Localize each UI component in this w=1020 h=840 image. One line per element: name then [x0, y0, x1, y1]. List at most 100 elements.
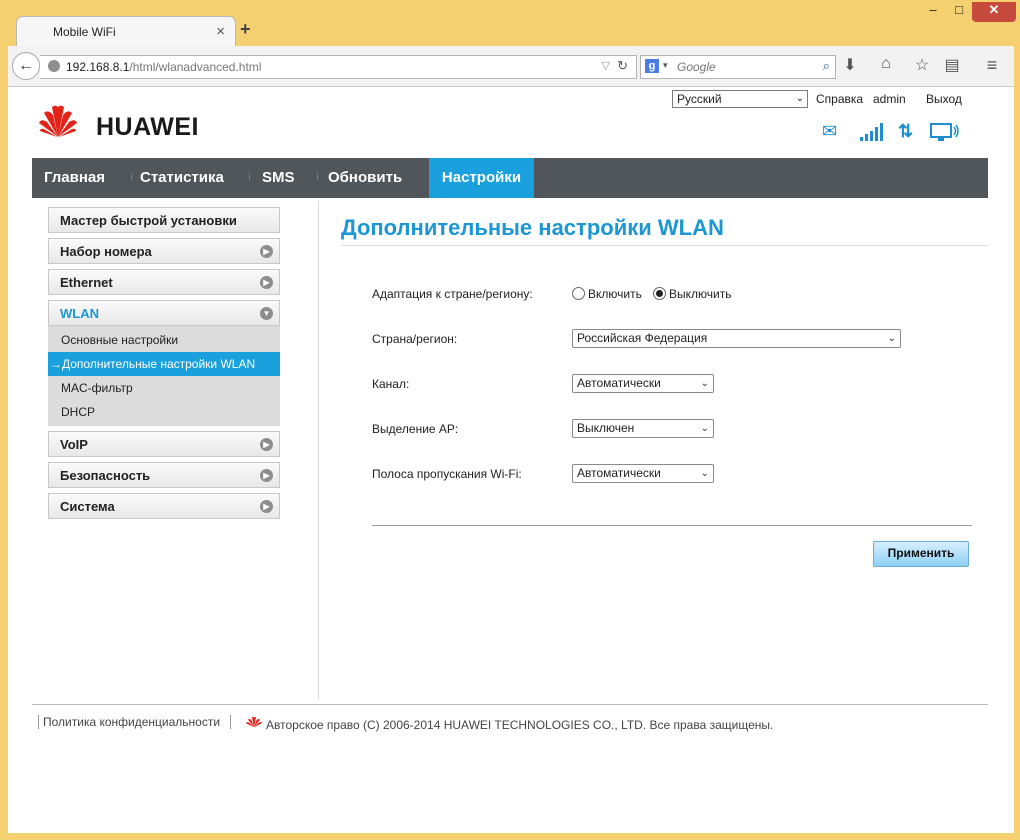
- search-box[interactable]: g ▾ Google ⌕: [640, 55, 836, 79]
- enable-radio[interactable]: [572, 287, 585, 300]
- wlan-submenu: Основные настройки →Дополнительные настр…: [48, 326, 280, 426]
- nav-separator: ⁝: [130, 172, 134, 183]
- submenu-mac-filter[interactable]: MAC-фильтр: [48, 376, 280, 400]
- minimize-button[interactable]: –: [920, 2, 946, 22]
- google-icon[interactable]: g: [645, 59, 659, 73]
- sidebar-item-label: WLAN: [60, 306, 99, 321]
- data-transfer-icon: ⇅: [898, 121, 914, 141]
- huawei-footer-logo: [246, 716, 262, 728]
- search-placeholder: Google: [677, 60, 716, 74]
- sidebar-item-quick-setup[interactable]: Мастер быстрой установки: [48, 207, 280, 233]
- globe-icon: [48, 60, 60, 72]
- menu-icon[interactable]: ≡: [980, 55, 1004, 76]
- address-bar[interactable]: 192.168.8.1/html/wlanadvanced.html ▽ ↻: [40, 55, 637, 79]
- url-path: /html/wlanadvanced.html: [129, 60, 262, 74]
- disable-radio[interactable]: [653, 287, 666, 300]
- chevron-down-icon: ▼: [260, 307, 273, 320]
- sidebar-item-system[interactable]: Система ▶: [48, 493, 280, 519]
- enable-label[interactable]: Включить: [588, 287, 642, 301]
- channel-label: Канал:: [372, 377, 410, 391]
- huawei-logo: [39, 105, 77, 137]
- submenu-dhcp[interactable]: DHCP: [48, 400, 280, 424]
- nav-sms[interactable]: SMS: [262, 158, 295, 198]
- sidebar-item-dialup[interactable]: Набор номера ▶: [48, 238, 280, 264]
- tab-title: Mobile WiFi: [53, 25, 116, 39]
- chevron-down-icon: ⌄: [700, 468, 709, 479]
- back-icon[interactable]: ←: [12, 52, 40, 80]
- nav-statistics[interactable]: Статистика: [140, 158, 224, 198]
- sidebar-item-label: Ethernet: [60, 275, 113, 290]
- nav-home[interactable]: Главная: [44, 158, 105, 198]
- ap-isolation-label: Выделение AP:: [372, 422, 459, 436]
- url-dropdown-icon[interactable]: ▽: [602, 59, 610, 72]
- form-divider: [372, 525, 972, 526]
- browser-toolbar: ← 192.168.8.1/html/wlanadvanced.html ▽ ↻…: [8, 46, 1014, 87]
- sidebar-item-label: Безопасность: [60, 468, 151, 483]
- channel-select[interactable]: Автоматически ⌄: [572, 374, 714, 393]
- bandwidth-select[interactable]: Автоматически ⌄: [572, 464, 714, 483]
- chevron-down-icon: ⌄: [700, 423, 709, 434]
- close-window-button[interactable]: ✕: [972, 2, 1016, 22]
- language-select[interactable]: Русский ⌄: [672, 90, 808, 108]
- mail-icon[interactable]: ✉: [822, 121, 837, 142]
- user-link[interactable]: admin: [873, 92, 906, 106]
- web-page: HUAWEI Русский ⌄ Справка admin Выход ✉ ⇅…: [8, 87, 1014, 833]
- footer-separator: [230, 715, 231, 729]
- copyright-text: Авторское право (C) 2006-2014 HUAWEI TEC…: [266, 718, 774, 732]
- disable-label[interactable]: Выключить: [669, 287, 731, 301]
- chevron-right-icon: ▶: [260, 500, 273, 513]
- sidebar-item-security[interactable]: Безопасность ▶: [48, 462, 280, 488]
- sidebar-item-wlan[interactable]: WLAN ▼: [48, 300, 280, 326]
- browser-tab[interactable]: Mobile WiFi ×: [16, 16, 236, 47]
- footer-divider: [32, 704, 988, 705]
- search-icon[interactable]: ⌕: [823, 58, 830, 74]
- main-navigation: Главная ⁝ Статистика ⁝ SMS ⁝ Обновить На…: [32, 158, 988, 198]
- browser-window: Mobile WiFi × + – □ ✕ ← 192.168.8.1/html…: [0, 0, 1020, 840]
- chevron-right-icon: ▶: [260, 469, 273, 482]
- logout-link[interactable]: Выход: [926, 92, 962, 106]
- divider: [318, 201, 319, 699]
- chevron-down-icon: ⌄: [700, 378, 709, 389]
- chevron-down-icon: ⌄: [887, 333, 896, 344]
- new-tab-button[interactable]: +: [240, 19, 251, 40]
- sidebar-item-label: Набор номера: [60, 244, 152, 259]
- sidebar-item-label: Мастер быстрой установки: [60, 213, 237, 228]
- maximize-button[interactable]: □: [946, 2, 972, 22]
- sidebar-item-voip[interactable]: VoIP ▶: [48, 431, 280, 457]
- sidebar: Мастер быстрой установки Набор номера ▶ E…: [48, 207, 280, 524]
- download-icon[interactable]: ⬇: [838, 55, 862, 75]
- ap-isolation-select[interactable]: Выключен ⌄: [572, 419, 714, 438]
- bookmarks-list-icon[interactable]: ▤: [940, 55, 964, 75]
- country-select[interactable]: Российская Федерация ⌄: [572, 329, 901, 348]
- page-title: Дополнительные настройки WLAN: [341, 215, 724, 240]
- chevron-down-icon: ⌄: [795, 93, 804, 104]
- sidebar-item-label: VoIP: [60, 437, 88, 452]
- nav-separator: ⁝: [248, 172, 252, 183]
- apply-button[interactable]: Применить: [873, 541, 969, 567]
- help-link[interactable]: Справка: [816, 92, 863, 106]
- title-bar: Mobile WiFi × + – □ ✕: [0, 0, 1020, 47]
- chevron-right-icon: ▶: [260, 245, 273, 258]
- title-divider: [341, 245, 988, 246]
- device-connection-icon: [930, 123, 959, 141]
- nav-update[interactable]: Обновить: [328, 158, 402, 198]
- home-icon[interactable]: ⌂: [874, 55, 898, 73]
- search-engine-dropdown-icon[interactable]: ▾: [663, 60, 668, 71]
- bandwidth-value: Автоматически: [577, 466, 661, 480]
- nav-settings[interactable]: Настройки: [429, 158, 534, 198]
- signal-strength-icon: [860, 123, 883, 141]
- sidebar-item-ethernet[interactable]: Ethernet ▶: [48, 269, 280, 295]
- country-adapt-label: Адаптация к стране/региону:: [372, 287, 533, 301]
- submenu-advanced-wlan[interactable]: →Дополнительные настройки WLAN: [48, 352, 280, 376]
- bookmark-star-icon[interactable]: ☆: [910, 55, 934, 75]
- privacy-link[interactable]: Политика конфиденциальности: [43, 715, 220, 729]
- reload-icon[interactable]: ↻: [617, 58, 628, 74]
- tab-close-icon[interactable]: ×: [216, 23, 225, 40]
- country-label: Страна/регион:: [372, 332, 458, 346]
- url-text: 192.168.8.1/html/wlanadvanced.html: [66, 60, 261, 74]
- chevron-right-icon: ▶: [260, 438, 273, 451]
- submenu-basic-settings[interactable]: Основные настройки: [48, 328, 280, 352]
- nav-separator: ⁝: [316, 172, 320, 183]
- ap-isolation-value: Выключен: [577, 421, 635, 435]
- language-value: Русский: [677, 92, 722, 106]
